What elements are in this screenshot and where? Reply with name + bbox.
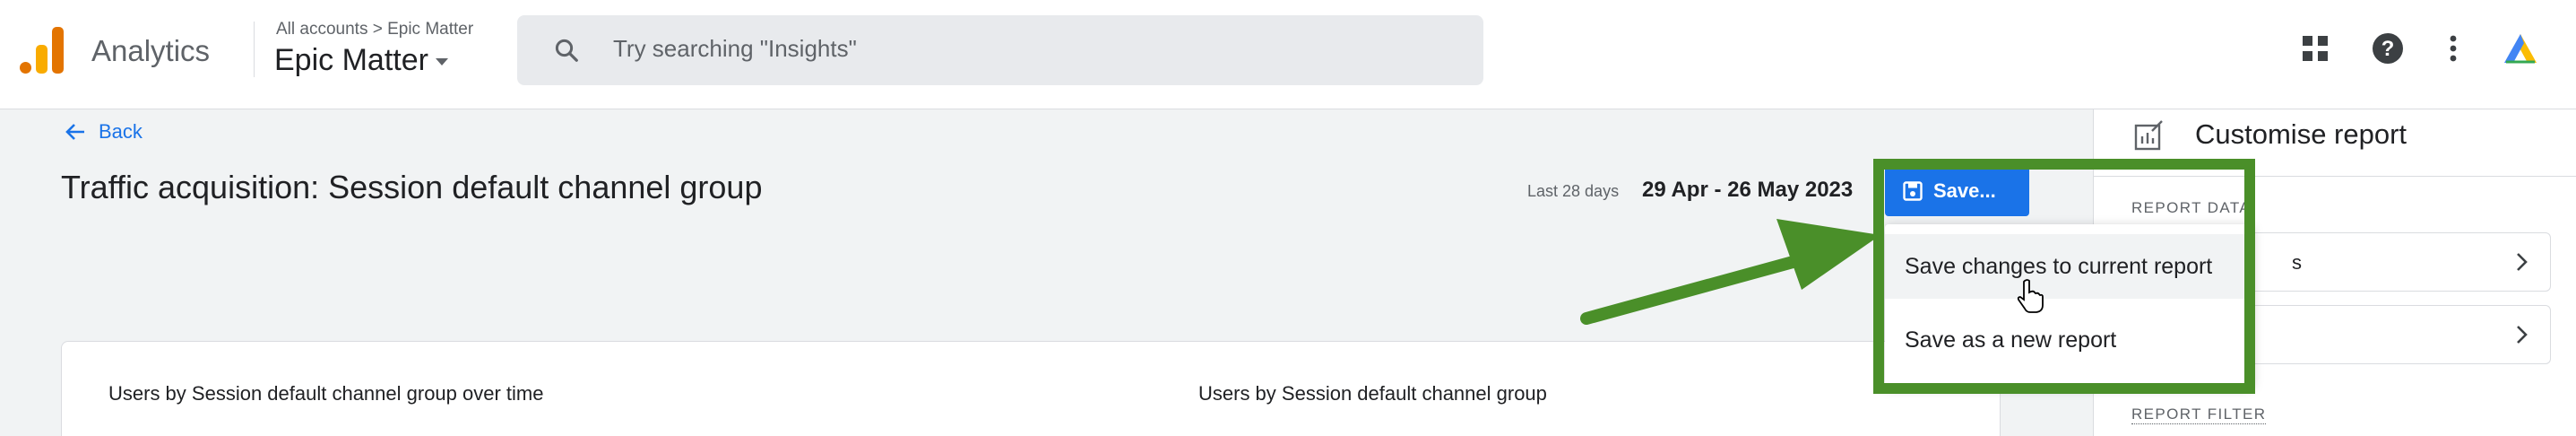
annotation-arrow-icon xyxy=(1580,219,1880,325)
